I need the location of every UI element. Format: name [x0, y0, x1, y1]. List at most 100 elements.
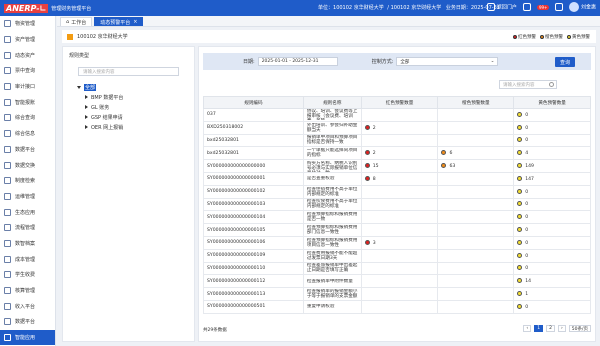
user-menu[interactable]: 刘金惠 [569, 2, 596, 12]
orange-count[interactable]: 63 [449, 164, 455, 169]
table-row[interactable]: BXD250318002 外出培训、参会归补助金额当天 2 0 [203, 120, 591, 135]
sidebar-item[interactable]: 数据平台 [0, 314, 55, 330]
sidebar-item[interactable]: 数据交换 [0, 157, 55, 173]
sidebar-item[interactable]: 生态应用 [0, 204, 55, 220]
tree-node-oer[interactable]: OER 网上报销 [77, 122, 194, 132]
yellow-count[interactable]: 0 [525, 241, 528, 246]
yellow-count[interactable]: 0 [525, 228, 528, 233]
yellow-count[interactable]: 149 [525, 164, 534, 169]
tree-node-gl[interactable]: GL 账务 [77, 102, 194, 112]
table-row[interactable]: 037 协议、培训、会议费等上报审核（会议费、培训费、差旅… 0 [203, 108, 591, 122]
sidebar-item[interactable]: 数智档案 [0, 236, 55, 252]
search-icon[interactable] [549, 82, 554, 87]
close-icon[interactable]: × [133, 19, 137, 25]
sidebar-item[interactable]: 学生收费 [0, 267, 55, 283]
chevron-down-icon[interactable] [77, 85, 81, 89]
red-count[interactable]: 8 [373, 177, 376, 182]
yellow-count[interactable]: 0 [525, 254, 528, 259]
red-count[interactable]: 15 [373, 164, 379, 169]
account-value[interactable]: 100102 京华财经大学 [391, 5, 442, 11]
chevron-right-icon[interactable] [85, 125, 88, 129]
table-row[interactable]: SY000000000000000112 检查报销单中附件数量 14 [203, 274, 591, 289]
yellow-count[interactable]: 0 [525, 126, 528, 131]
orange-count[interactable]: 6 [449, 151, 452, 156]
page-2[interactable]: 2 [546, 325, 555, 332]
grid-icon[interactable] [555, 3, 564, 11]
yellow-count[interactable]: 14 [525, 279, 531, 284]
yellow-count[interactable]: 0 [525, 215, 528, 220]
red-count[interactable]: 2 [373, 126, 376, 131]
sidebar-item[interactable]: 收入平台 [0, 298, 55, 314]
unit-value[interactable]: 100102 京华财经大学 [333, 5, 384, 11]
page-size-select[interactable]: 50条/页 [568, 325, 591, 332]
chevron-right-icon[interactable] [85, 115, 88, 119]
column-header[interactable]: 黄色预警数量 [513, 96, 591, 109]
column-header[interactable]: 红色预警数量 [360, 96, 439, 109]
tab-dynamic-warning[interactable]: 动态预警平台 × [94, 17, 144, 26]
sidebar-item[interactable]: 物资管理 [0, 16, 55, 32]
yellow-count[interactable]: 1 [525, 292, 528, 297]
sidebar-item[interactable]: 综合查询 [0, 110, 55, 126]
chevron-right-icon[interactable] [85, 95, 88, 99]
red-count[interactable]: 3 [373, 241, 376, 246]
page-1[interactable]: 1 [534, 325, 544, 332]
table-row[interactable]: SY000000000000000104 检查预算指标和报销费用是否一致 0 [203, 210, 591, 225]
table-row[interactable]: SY000000000000000109 检查费用报销不能不能超过发票日期3天 0 [203, 248, 591, 263]
sidebar-item[interactable]: 综合信息 [0, 126, 55, 142]
table-row[interactable]: SY000000000000000000 购买方名称、纳税人识别号必须与实际报销单… [203, 159, 591, 173]
yellow-count[interactable]: 0 [525, 190, 528, 195]
sidebar-item[interactable]: 运维管理 [0, 189, 55, 205]
sidebar-item[interactable]: 数据平台 [0, 142, 55, 158]
chevron-right-icon[interactable] [85, 105, 88, 109]
yellow-count[interactable]: 0 [525, 113, 528, 118]
control-select[interactable]: 全部 ⌄ [396, 57, 499, 66]
notification-badge[interactable]: 99+ [536, 4, 550, 10]
table-row[interactable]: SY000000000000000106 检查预算指标和报销费用项目信息一致性 3 0 [203, 235, 591, 250]
sidebar-item[interactable]: 核算管理 [0, 283, 55, 299]
yellow-count[interactable]: 0 [525, 138, 528, 143]
red-count[interactable]: 2 [373, 151, 376, 156]
table-row[interactable]: SY000000000000000102 检查住宿费用不高于单位内部规定的标准 0 [203, 184, 591, 199]
table-row[interactable]: SY000000000000000110 检查差旅报销单中出差起止日期是否填写正确… [203, 261, 591, 276]
sidebar-item[interactable]: 票中查询 [0, 63, 55, 79]
date-range-input[interactable]: 2025-01-01 - 2025-12-31 [257, 57, 338, 66]
column-header[interactable]: 规则名称 [302, 96, 362, 109]
sidebar-item[interactable]: 审计接口 [0, 79, 55, 95]
tree-node-label: OER 网上报销 [91, 124, 124, 131]
tab-workbench[interactable]: ⌂ 工作台 [60, 17, 93, 26]
tree-node-bmp[interactable]: BMP 数据平台 [77, 92, 194, 102]
sidebar-item[interactable]: 成本管理 [0, 251, 55, 267]
table-row[interactable]: SY000000000000000103 检查伙食费用不高于单位内部规定的标准 0 [203, 197, 591, 212]
column-header[interactable]: 规则编码 [203, 96, 304, 109]
query-button[interactable]: 查询 [555, 57, 575, 67]
sidebar-item[interactable]: 流程管理 [0, 220, 55, 236]
yellow-count[interactable]: 4 [525, 151, 528, 156]
sidebar-item[interactable]: 智能报账 [0, 94, 55, 110]
yellow-count[interactable]: 0 [525, 202, 528, 207]
yellow-count[interactable]: 147 [525, 177, 534, 182]
sidebar-item[interactable]: 智能应用 [0, 329, 55, 346]
bell-icon[interactable] [522, 3, 531, 11]
sidebar-item[interactable]: 资产管理 [0, 32, 55, 48]
tree-search-input[interactable]: 请输入搜索内容 [78, 67, 179, 76]
cell-red-count [360, 184, 439, 199]
menu-icon [4, 177, 11, 185]
table-row[interactable]: bxd25032801 报销单中项目和预算项目指标是否保持一致 0 [203, 133, 591, 148]
sidebar-item[interactable]: 动态资产 [0, 47, 55, 63]
portal-button[interactable]: 返回门户 [487, 3, 517, 11]
column-header[interactable]: 橙色预警数量 [437, 96, 515, 109]
tree-node-gsp[interactable]: GSP 结果申请 [77, 112, 194, 122]
sidebar-item[interactable]: 制度检索 [0, 173, 55, 189]
table-row[interactable]: SY000000000000000105 检查预算指标和报销费用部门信息一致性 0 [203, 223, 591, 237]
next-page-icon[interactable]: › [557, 325, 566, 332]
yellow-count[interactable]: 0 [525, 305, 528, 310]
yellow-count[interactable]: 0 [525, 266, 528, 271]
table-row[interactable]: SY000000000000000113 检查报销单的报销金额小于等于报销单的支票… [203, 287, 591, 301]
tree-node-all[interactable]: 全部 [77, 82, 194, 92]
table-row[interactable]: SY000000000000000001 是否查重校验 8 147 [203, 171, 591, 186]
rule-code: bxd25032801 [207, 150, 239, 156]
prev-page-icon[interactable]: ‹ [523, 325, 532, 332]
table-search-input[interactable]: 请输入搜索内容 [499, 80, 557, 89]
table-row[interactable]: SY000000000000000501 重复申请校验 0 [203, 299, 591, 314]
table-row[interactable]: bxd25032801 一个单据只能选择同项目的指标 2 6 4 [203, 146, 591, 161]
